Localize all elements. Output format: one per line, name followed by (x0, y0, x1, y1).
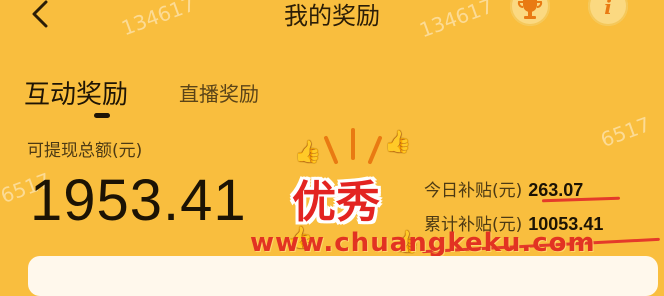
trophy-icon (517, 0, 543, 19)
today-subsidy-value: 263.07 (528, 180, 584, 200)
site-watermark: www.chuangkeku.com (250, 228, 596, 258)
thumbs-up-icon: 👍 (384, 130, 412, 155)
excellent-sticker: 优秀 (292, 177, 380, 228)
withdrawable-total-amount: 1953.41 (30, 168, 247, 233)
info-icon: i (604, 0, 612, 19)
tab-interaction-rewards[interactable]: 互动奖励 (24, 74, 128, 111)
page-title: 我的奖励 (284, 2, 380, 30)
background-watermark-number: 6517 (597, 112, 654, 152)
content-card (28, 256, 658, 296)
today-subsidy-row: 今日补贴(元) 263.07 (424, 176, 583, 201)
today-subsidy-label: 今日补贴(元) (424, 181, 523, 201)
active-tab-indicator (94, 113, 110, 118)
withdrawable-total-label: 可提现总额(元) (27, 141, 143, 161)
burst-lines-icon (324, 128, 382, 164)
trophy-button[interactable] (510, 0, 550, 26)
tab-live-rewards[interactable]: 直播奖励 (179, 78, 259, 107)
